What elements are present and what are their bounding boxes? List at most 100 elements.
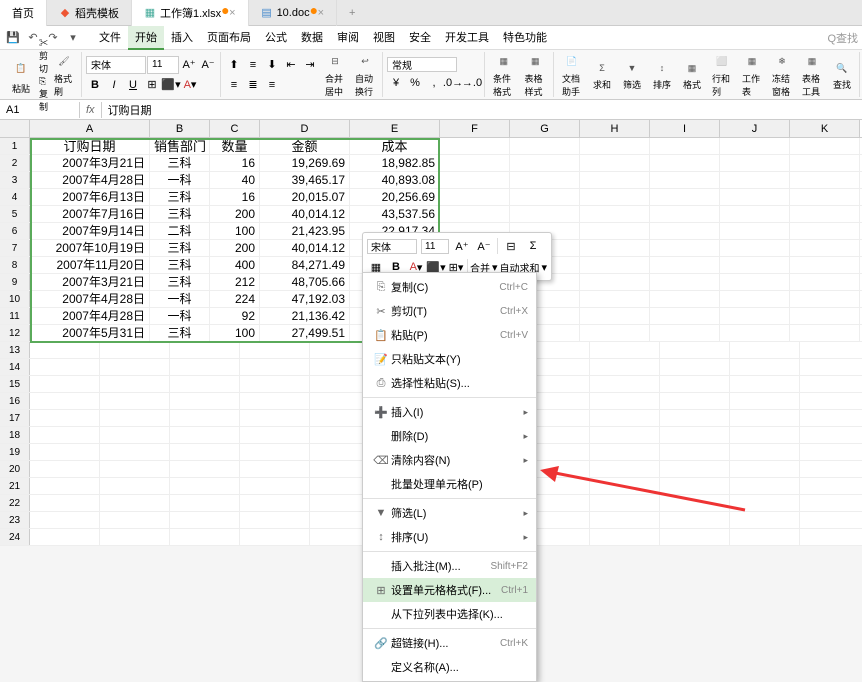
row-header-6[interactable]: 6: [0, 223, 30, 239]
menu-插入[interactable]: 插入: [164, 26, 200, 50]
cell[interactable]: [650, 274, 720, 290]
cell[interactable]: [30, 342, 100, 358]
cell[interactable]: [590, 529, 660, 545]
cell[interactable]: [590, 359, 660, 375]
indent-increase-icon[interactable]: ⇥: [301, 56, 319, 74]
column-header-G[interactable]: G: [510, 120, 580, 137]
cell[interactable]: [30, 376, 100, 392]
cell[interactable]: [650, 172, 720, 188]
menu-页面布局[interactable]: 页面布局: [200, 26, 258, 50]
cell[interactable]: 20,015.07: [260, 189, 350, 205]
cell[interactable]: [170, 444, 240, 460]
row-header-24[interactable]: 24: [0, 529, 30, 545]
cell[interactable]: [660, 376, 730, 392]
mini-size-select[interactable]: [421, 239, 449, 254]
cell[interactable]: [730, 393, 800, 409]
cell[interactable]: [730, 495, 800, 511]
cell[interactable]: [590, 342, 660, 358]
cell[interactable]: 40: [210, 172, 260, 188]
merge-button[interactable]: ⊟ 合并居中: [321, 50, 349, 100]
cell[interactable]: [790, 257, 860, 273]
ctx-define-name[interactable]: 定义名称(A)...: [363, 655, 536, 679]
ctx-paste-text[interactable]: 📝只粘贴文本(Y): [363, 347, 536, 371]
align-middle-icon[interactable]: ≡: [244, 56, 262, 74]
docs-helper-button[interactable]: 📄文档助手: [558, 50, 586, 100]
row-header-16[interactable]: 16: [0, 393, 30, 409]
cell[interactable]: 2007年7月16日: [30, 206, 150, 222]
cell[interactable]: [730, 427, 800, 443]
ctx-filter[interactable]: ▼筛选(L)▸: [363, 501, 536, 525]
cell[interactable]: [170, 410, 240, 426]
cell[interactable]: [790, 189, 860, 205]
row-header-12[interactable]: 12: [0, 325, 30, 341]
cell[interactable]: [730, 461, 800, 477]
indent-decrease-icon[interactable]: ⇤: [282, 56, 300, 74]
table-tools-button[interactable]: ▦表格工具: [798, 50, 826, 100]
cell[interactable]: [30, 461, 100, 477]
cell[interactable]: 400: [210, 257, 260, 273]
menu-数据[interactable]: 数据: [294, 26, 330, 50]
column-header-B[interactable]: B: [150, 120, 210, 137]
cell[interactable]: 21,136.42: [260, 308, 350, 324]
cell[interactable]: [590, 495, 660, 511]
underline-button[interactable]: U: [124, 76, 142, 94]
sort-button[interactable]: ↕排序: [648, 56, 676, 93]
cell[interactable]: [240, 410, 310, 426]
cell[interactable]: [170, 393, 240, 409]
cell[interactable]: 订购日期: [30, 138, 150, 154]
cell[interactable]: [790, 291, 860, 307]
cell[interactable]: 销售部门: [150, 138, 210, 154]
cell[interactable]: [580, 308, 650, 324]
cell[interactable]: 84,271.49: [260, 257, 350, 273]
fill-color-button[interactable]: ⬛▾: [162, 76, 180, 94]
cell[interactable]: 47,192.03: [260, 291, 350, 307]
cell[interactable]: [590, 478, 660, 494]
row-header-21[interactable]: 21: [0, 478, 30, 494]
cell[interactable]: [240, 529, 310, 545]
cell[interactable]: [30, 495, 100, 511]
row-header-7[interactable]: 7: [0, 240, 30, 256]
cell[interactable]: [580, 223, 650, 239]
worksheet-button[interactable]: ▦工作表: [738, 50, 766, 100]
cell[interactable]: [580, 189, 650, 205]
column-header-E[interactable]: E: [350, 120, 440, 137]
row-header-14[interactable]: 14: [0, 359, 30, 375]
cell[interactable]: [30, 512, 100, 528]
cell[interactable]: [100, 427, 170, 443]
cell[interactable]: [440, 155, 510, 171]
cell[interactable]: [440, 189, 510, 205]
cell[interactable]: [170, 529, 240, 545]
cell[interactable]: [100, 393, 170, 409]
cell[interactable]: 2007年6月13日: [30, 189, 150, 205]
mini-inc-font-icon[interactable]: A⁺: [453, 237, 471, 255]
row-header-10[interactable]: 10: [0, 291, 30, 307]
menu-安全[interactable]: 安全: [402, 26, 438, 50]
mini-merge-icon[interactable]: ⊟: [502, 237, 520, 255]
row-header-11[interactable]: 11: [0, 308, 30, 324]
cell[interactable]: [510, 189, 580, 205]
menu-开发工具[interactable]: 开发工具: [438, 26, 496, 50]
cell[interactable]: [720, 172, 790, 188]
cell[interactable]: [240, 427, 310, 443]
cell[interactable]: [650, 223, 720, 239]
cell[interactable]: 200: [210, 240, 260, 256]
cell[interactable]: [590, 512, 660, 528]
cell[interactable]: [170, 461, 240, 477]
ctx-paste[interactable]: 📋粘贴(P)Ctrl+V: [363, 323, 536, 347]
cell[interactable]: [730, 342, 800, 358]
cell[interactable]: [590, 376, 660, 392]
cell[interactable]: [100, 342, 170, 358]
cell[interactable]: 2007年4月28日: [30, 172, 150, 188]
cell[interactable]: [720, 274, 790, 290]
tab-new[interactable]: +: [337, 0, 367, 26]
cell[interactable]: [720, 189, 790, 205]
menu-文件[interactable]: 文件: [92, 26, 128, 50]
cell[interactable]: [170, 376, 240, 392]
fx-button[interactable]: fx: [80, 102, 102, 118]
cell[interactable]: 20,256.69: [350, 189, 440, 205]
cell-reference[interactable]: A1: [0, 102, 80, 118]
ctx-comment[interactable]: 插入批注(M)...Shift+F2: [363, 554, 536, 578]
cell[interactable]: [510, 206, 580, 222]
ctx-cut[interactable]: ✂剪切(T)Ctrl+X: [363, 299, 536, 323]
cell[interactable]: 2007年4月28日: [30, 308, 150, 324]
